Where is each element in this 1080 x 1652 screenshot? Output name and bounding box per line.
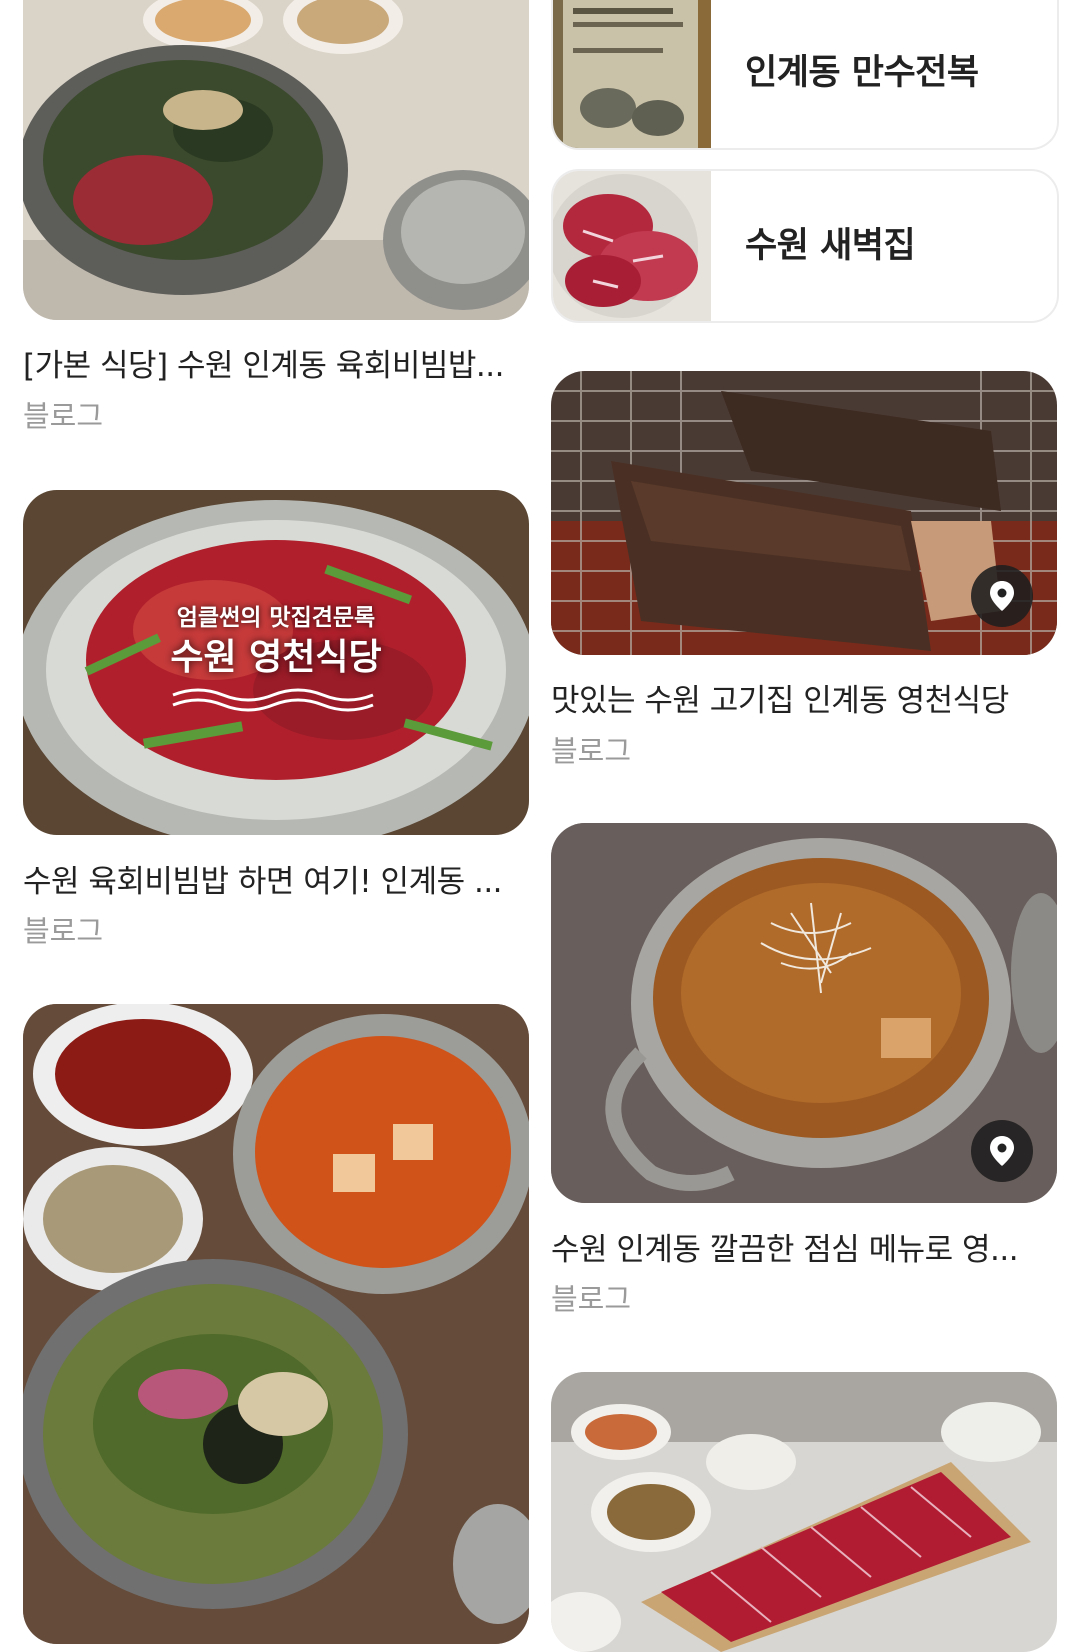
card-title[interactable]: 맛있는 수원 고기집 인계동 영천식당 [551, 681, 1057, 721]
location-pin-button[interactable] [971, 1120, 1033, 1182]
location-pin-button[interactable] [971, 565, 1033, 627]
card-title[interactable]: 수원 인계동 깔끔한 점심 메뉴로 영... [551, 1230, 1057, 1270]
overlay-line1: 엄클썬의 맛집견문록 [176, 605, 376, 631]
card-source-label: 블로그 [551, 1282, 632, 1316]
overlay-line2: 수원 영천식당 [170, 637, 382, 678]
card-photo-beef-platter[interactable] [551, 1372, 1057, 1652]
place-thumbnail [553, 0, 711, 148]
location-pin-icon [990, 1136, 1014, 1166]
place-name: 인계동 만수전복 [745, 53, 979, 93]
card-photo-meal-set[interactable] [23, 1004, 529, 1644]
card-title[interactable]: 수원 육회비빔밥 하면 여기! 인계동 ... [23, 862, 529, 902]
place-card[interactable]: 인계동 만수전복 [551, 0, 1059, 150]
card-source-label: 블로그 [23, 914, 104, 948]
place-name: 수원 새벽집 [745, 226, 916, 266]
card-photo-yukhoe[interactable]: 엄클썬의 맛집견문록 수원 영천식당 [23, 490, 529, 835]
card-title[interactable]: [가본 식당] 수원 인계동 육회비빔밥... [23, 346, 529, 386]
place-thumbnail [553, 171, 711, 321]
place-card[interactable]: 수원 새벽집 [551, 169, 1059, 323]
card-photo-bibimbap[interactable] [23, 0, 529, 320]
card-photo-grilled-beef[interactable] [551, 371, 1057, 655]
card-source-label: 블로그 [551, 734, 632, 768]
location-pin-icon [990, 581, 1014, 611]
card-photo-stew[interactable] [551, 823, 1057, 1203]
card-source-label: 블로그 [23, 399, 104, 433]
